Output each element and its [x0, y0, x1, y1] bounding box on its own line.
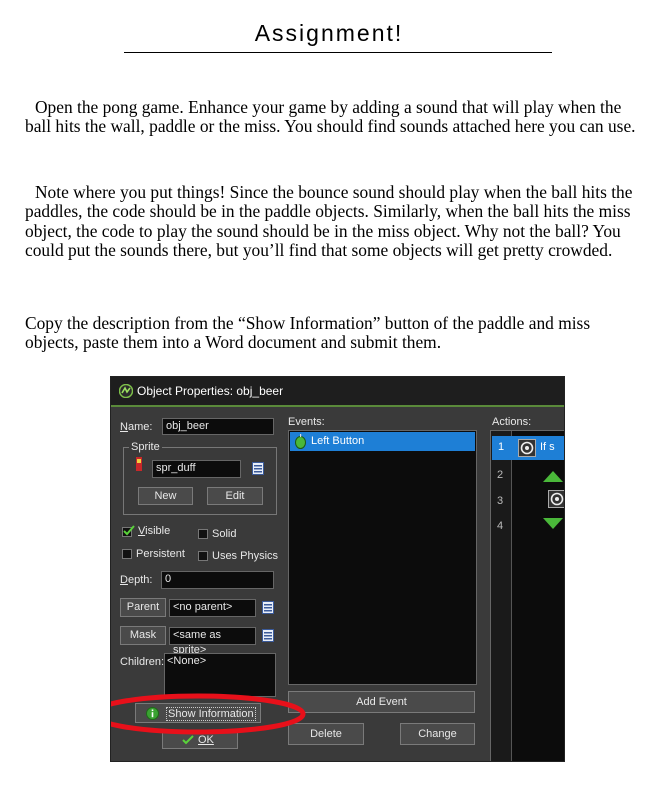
red-highlight-ellipse — [111, 693, 306, 735]
object-properties-screenshot: Object Properties: obj_beer Name: obj_be… — [110, 376, 565, 762]
paragraph-3: Copy the description from the “Show Info… — [25, 313, 591, 353]
page-title: Assignment! — [254, 20, 404, 46]
title-underline — [124, 52, 552, 53]
paragraph-1: Open the pong game. Enhance your game by… — [25, 97, 636, 137]
paragraph-2: Note where you put things! Since the bou… — [25, 182, 633, 260]
